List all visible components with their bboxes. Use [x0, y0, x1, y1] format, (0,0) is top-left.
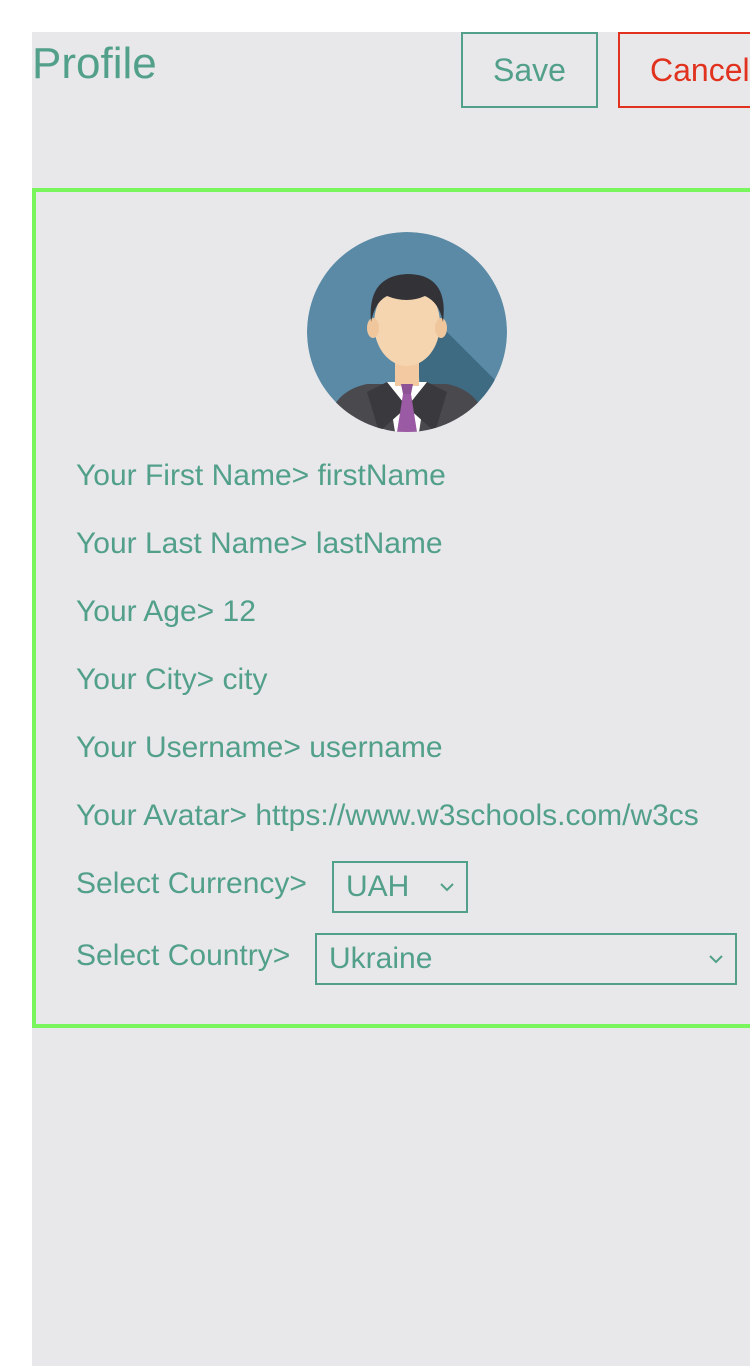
save-button[interactable]: Save — [461, 32, 598, 108]
age-value: 12 — [222, 595, 256, 628]
avatar-url-row: Your Avatar> https://www.w3schools.com/w… — [76, 798, 699, 834]
cancel-button[interactable]: Cancel — [618, 32, 750, 108]
country-select[interactable]: Ukraine — [315, 933, 737, 985]
username-label: Your Username> — [76, 731, 301, 764]
last-name-label: Your Last Name> — [76, 527, 308, 560]
page-title: Profile — [32, 39, 157, 88]
first-name-value: firstName — [317, 459, 446, 492]
age-label: Your Age> — [76, 595, 215, 628]
username-value: username — [309, 731, 443, 764]
avatar-url-value: https://www.w3schools.com/w3cs — [255, 799, 699, 832]
currency-selected-value: UAH — [346, 870, 410, 903]
last-name-value: lastName — [315, 527, 443, 560]
avatar — [307, 232, 507, 432]
city-label: Your City> — [76, 663, 215, 696]
country-selected-value: Ukraine — [329, 942, 433, 975]
chevron-down-icon — [709, 955, 723, 964]
city-row: Your City> city — [76, 662, 267, 698]
profile-card: Your First Name> firstName Your Last Nam… — [32, 188, 750, 1028]
currency-select[interactable]: UAH — [332, 861, 468, 913]
first-name-label: Your First Name> — [76, 459, 310, 492]
city-value: city — [222, 663, 268, 696]
chevron-down-icon — [440, 883, 454, 892]
profile-page: Profile Save Cancel Your First Name> fir… — [32, 32, 750, 1366]
avatar-url-label: Your Avatar> — [76, 799, 247, 832]
username-row: Your Username> username — [76, 730, 443, 766]
age-row: Your Age> 12 — [76, 594, 256, 630]
last-name-row: Your Last Name> lastName — [76, 526, 443, 562]
first-name-row: Your First Name> firstName — [76, 458, 446, 494]
country-label: Select Country> — [76, 939, 291, 972]
avatar-image — [307, 232, 507, 432]
currency-label: Select Currency> — [76, 867, 307, 900]
